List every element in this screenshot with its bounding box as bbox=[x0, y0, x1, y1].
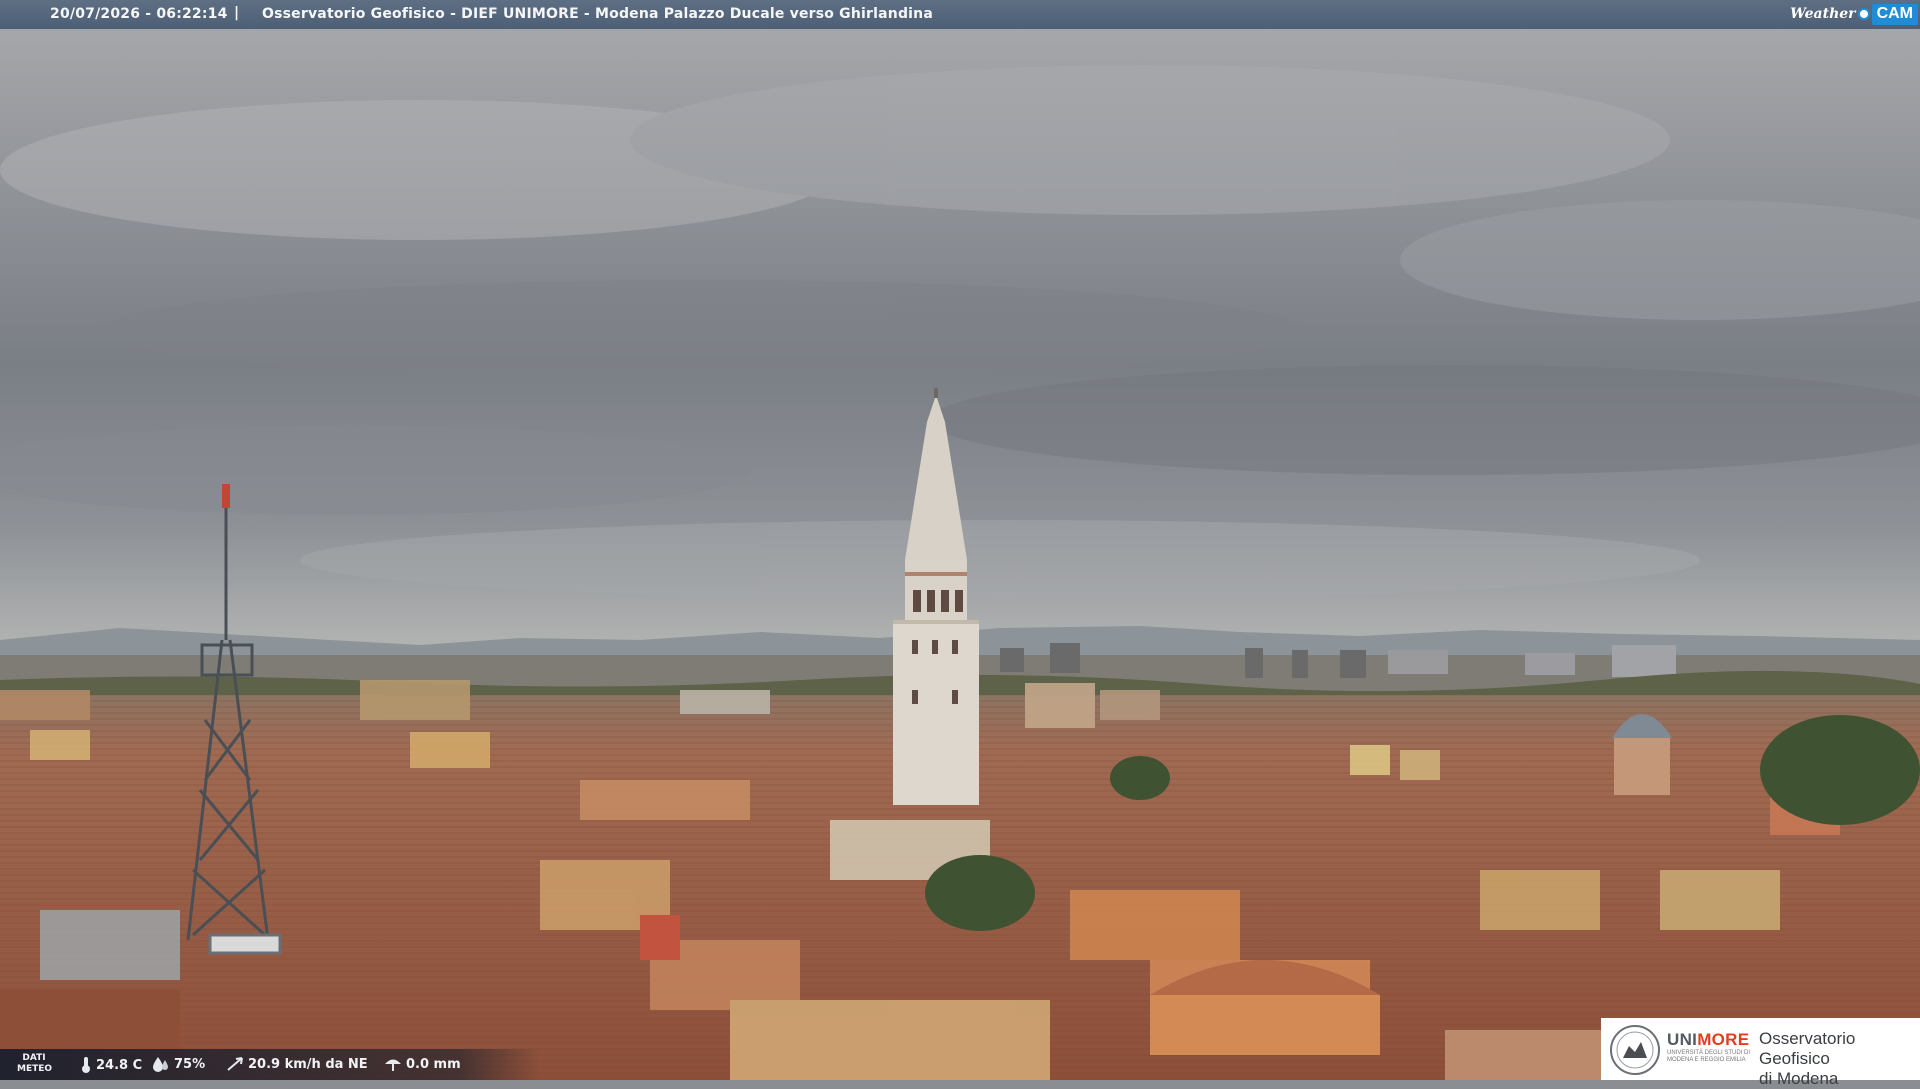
humidity-value: 75% bbox=[174, 1056, 206, 1072]
wind-reading: 20.9 km/h da NE bbox=[226, 1056, 368, 1072]
weather-data-label: DATI METEO bbox=[17, 1053, 53, 1075]
wind-value: 20.9 km/h da NE bbox=[248, 1056, 368, 1072]
timestamp: 20/07/2026 - 06:22:14 bbox=[50, 6, 228, 22]
humidity-reading: 75% bbox=[152, 1056, 205, 1072]
thermometer-icon bbox=[82, 1057, 90, 1073]
unimore-suffix: MORE bbox=[1697, 1030, 1750, 1049]
wind-icon bbox=[227, 1057, 243, 1071]
weather-label-line1: DATI bbox=[22, 1053, 46, 1063]
caption-separator: | bbox=[234, 5, 240, 21]
humidity-icon bbox=[153, 1057, 168, 1072]
temperature-value: 24.8 C bbox=[96, 1057, 143, 1073]
brand-weather-text: Weather bbox=[1790, 6, 1856, 22]
weather-data-bar: DATI METEO 24.8 C 75% 20.9 km/h da NE 0.… bbox=[0, 1049, 540, 1080]
caption-bar: 20/07/2026 - 06:22:14 | Osservatorio Geo… bbox=[0, 0, 1920, 29]
observatory-line2: di Modena bbox=[1759, 1069, 1839, 1088]
observatory-name: Osservatorio Geofisico di Modena bbox=[1759, 1029, 1920, 1089]
weather-label-line2: METEO bbox=[17, 1064, 53, 1074]
rain-value: 0.0 mm bbox=[406, 1056, 461, 1072]
brand-dot-icon bbox=[1857, 8, 1870, 20]
webcam-photo bbox=[0, 0, 1920, 1080]
unimore-wordmark: UNIMORE bbox=[1667, 1030, 1749, 1050]
unimore-logo-panel: UNIMORE Università degli studi di Modena… bbox=[1601, 1018, 1920, 1088]
church-dome bbox=[1612, 714, 1672, 795]
rain-reading: 0.0 mm bbox=[384, 1056, 461, 1072]
unimore-prefix: UNI bbox=[1667, 1030, 1698, 1049]
brand-cam-text: CAM bbox=[1871, 3, 1918, 25]
temperature-reading: 24.8 C bbox=[80, 1056, 142, 1074]
observatory-line1: Osservatorio Geofisico bbox=[1759, 1029, 1856, 1068]
unimore-subtitle: Università degli studi di Modena e Reggi… bbox=[1667, 1050, 1751, 1063]
caption-text: Osservatorio Geofisico - DIEF UNIMORE - … bbox=[262, 6, 933, 22]
rain-icon bbox=[385, 1059, 401, 1071]
weathercam-logo: Weather CAM bbox=[1790, 2, 1918, 26]
antenna-tip bbox=[222, 484, 230, 508]
university-seal-icon bbox=[1610, 1025, 1660, 1075]
